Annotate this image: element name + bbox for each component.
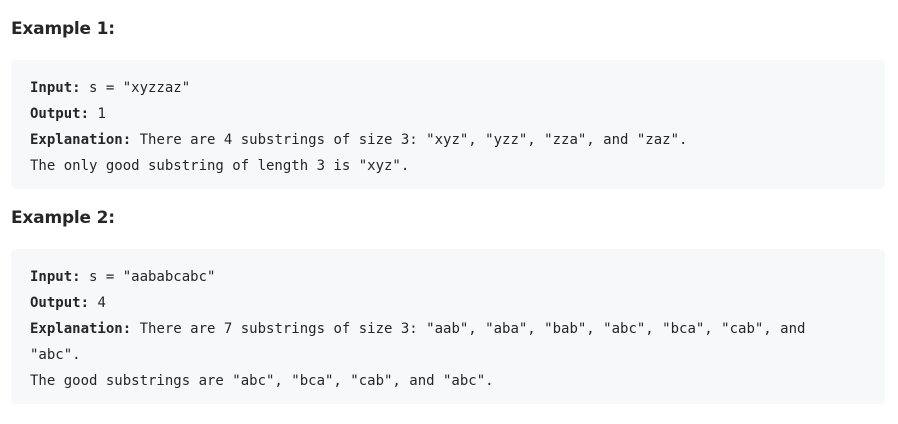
explanation-text: "abc". bbox=[30, 347, 81, 363]
explanation-line: Explanation: There are 7 substrings of s… bbox=[30, 316, 885, 342]
explanation-line: "abc". bbox=[30, 342, 885, 368]
explanation-line: The good substrings are "abc", "bca", "c… bbox=[30, 368, 885, 394]
input-value: s = "xyzzaz" bbox=[80, 80, 191, 96]
output-line: Output: 1 bbox=[30, 101, 885, 127]
explanation-text: There are 7 substrings of size 3: "aab",… bbox=[131, 321, 806, 337]
explanation-label: Explanation: bbox=[30, 321, 132, 337]
input-label: Input: bbox=[30, 80, 81, 96]
explanation-text: The only good substring of length 3 is "… bbox=[30, 158, 410, 174]
input-line: Input: s = "aababcabc" bbox=[30, 264, 885, 290]
input-line: Input: s = "xyzzaz" bbox=[30, 75, 885, 101]
example-2-heading: Example 2: bbox=[11, 208, 115, 228]
explanation-label: Explanation: bbox=[30, 132, 132, 148]
explanation-line: Explanation: There are 4 substrings of s… bbox=[30, 127, 885, 153]
explanation-text: There are 4 substrings of size 3: "xyz",… bbox=[131, 132, 688, 148]
output-value: 4 bbox=[89, 295, 106, 311]
example-2-code-block: Input: s = "aababcabc" Output: 4 Explana… bbox=[11, 249, 885, 404]
output-label: Output: bbox=[30, 106, 90, 122]
example-1-heading: Example 1: bbox=[11, 19, 115, 39]
input-value: s = "aababcabc" bbox=[80, 269, 216, 285]
example-1-code-block: Input: s = "xyzzaz" Output: 1 Explanatio… bbox=[11, 60, 885, 189]
output-value: 1 bbox=[89, 106, 106, 122]
output-label: Output: bbox=[30, 295, 90, 311]
explanation-line: The only good substring of length 3 is "… bbox=[30, 153, 885, 179]
output-line: Output: 4 bbox=[30, 290, 885, 316]
explanation-text: The good substrings are "abc", "bca", "c… bbox=[30, 373, 494, 389]
input-label: Input: bbox=[30, 269, 81, 285]
